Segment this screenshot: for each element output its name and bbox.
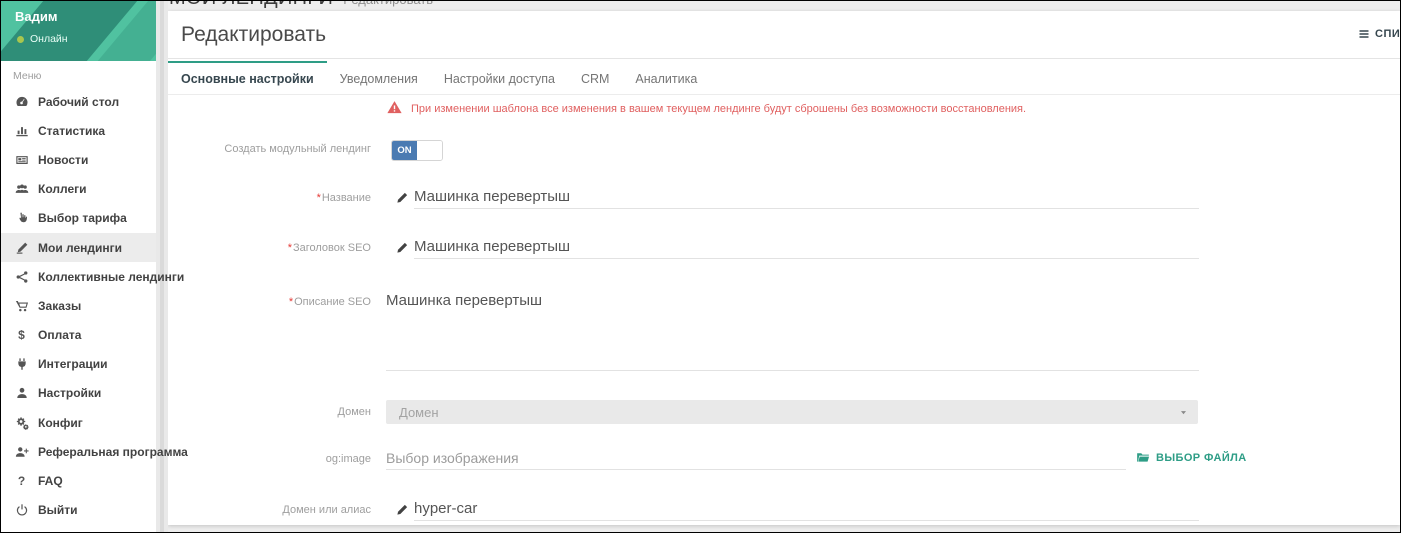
- modular-toggle[interactable]: ON: [391, 140, 443, 161]
- tab-1[interactable]: Уведомления: [327, 61, 431, 94]
- list-button-label: СПИСОК: [1375, 28, 1401, 40]
- sidebar-item-9[interactable]: Интеграции: [1, 350, 156, 379]
- domain-select-value: Домен: [399, 405, 439, 420]
- choose-file-label: ВЫБОР ФАЙЛА: [1156, 452, 1247, 464]
- alias-input[interactable]: [414, 500, 1199, 521]
- sidebar-item-0[interactable]: Рабочий стол: [1, 87, 156, 116]
- domain-select[interactable]: Домен: [386, 400, 1198, 424]
- user-plus-icon: [13, 444, 30, 459]
- user-icon: [13, 386, 30, 401]
- edit-pencil-icon: [396, 503, 409, 516]
- user-status-label: Онлайн: [30, 33, 68, 45]
- field-label-seo-description: *Описание SEO: [168, 296, 371, 309]
- choose-file-button[interactable]: ВЫБОР ФАЙЛА: [1136, 451, 1247, 464]
- question-icon: ?: [13, 474, 30, 489]
- page-header: МОИ ЛЕНДИНГИ Редактировать: [169, 0, 433, 10]
- field-label-seo-title: *Заголовок SEO: [168, 242, 371, 255]
- seo-description-textarea[interactable]: Машинка перевертыш: [386, 292, 1199, 371]
- sidebar-item-13[interactable]: ? FAQ: [1, 466, 156, 495]
- warning-icon: [387, 100, 402, 115]
- sidebar-item-5[interactable]: Мои лендинги: [1, 233, 156, 262]
- main-area: МОИ ЛЕНДИНГИ Редактировать Редактировать…: [168, 1, 1400, 532]
- sidebar-item-14[interactable]: Выйти: [1, 496, 156, 525]
- list-icon: [1358, 28, 1370, 40]
- warning-text: При изменении шаблона все изменения в ва…: [411, 99, 1026, 117]
- sidebar-item-7[interactable]: Заказы: [1, 291, 156, 320]
- sidebar-item-1[interactable]: Статистика: [1, 116, 156, 145]
- sidebar-item-11[interactable]: Конфиг: [1, 408, 156, 437]
- tab-4[interactable]: Аналитика: [622, 61, 710, 94]
- sidebar-item-8[interactable]: $ Оплата: [1, 321, 156, 350]
- plug-icon: [13, 357, 30, 372]
- bar-chart-icon: [13, 123, 30, 138]
- tab-2[interactable]: Настройки доступа: [431, 61, 568, 94]
- page-subtitle: Редактировать: [343, 0, 433, 7]
- hand-pointer-icon: [13, 211, 30, 226]
- field-label-domain: Домен: [168, 406, 371, 419]
- gears-icon: [13, 415, 30, 430]
- name-input[interactable]: [414, 188, 1199, 209]
- card-title: Редактировать: [181, 23, 326, 47]
- menu-section-label: Меню: [1, 61, 156, 87]
- required-mark: *: [288, 242, 292, 254]
- sidebar-item-6[interactable]: Коллективные лендинги: [1, 262, 156, 291]
- share-icon: [13, 269, 30, 284]
- app-window: Вадим Онлайн Меню Рабочий стол Статистик…: [0, 0, 1401, 533]
- tab-0[interactable]: Основные настройки: [168, 61, 327, 94]
- sidebar-item-3[interactable]: Коллеги: [1, 175, 156, 204]
- sidebar: Вадим Онлайн Меню Рабочий стол Статистик…: [1, 1, 156, 532]
- edit-card: Редактировать СПИСОК Основные настройки …: [168, 11, 1400, 525]
- required-mark: *: [289, 296, 293, 308]
- power-icon: [13, 503, 30, 518]
- online-dot-icon: [17, 36, 24, 43]
- og-image-input[interactable]: [386, 449, 1126, 470]
- sidebar-item-12[interactable]: Реферальная программа: [1, 437, 156, 466]
- dollar-icon: $: [13, 328, 30, 343]
- sidebar-item-4[interactable]: Выбор тарифа: [1, 204, 156, 233]
- page-title: МОИ ЛЕНДИНГИ: [169, 0, 333, 10]
- sidebar-menu: Рабочий стол Статистика Новости Коллеги …: [1, 87, 156, 525]
- pen-icon: [13, 240, 30, 255]
- edit-pencil-icon: [396, 241, 409, 254]
- template-warning: При изменении шаблона все изменения в ва…: [387, 99, 1026, 117]
- cart-icon: [13, 298, 30, 313]
- seo-title-input[interactable]: [414, 238, 1199, 259]
- newspaper-icon: [13, 152, 30, 167]
- list-button[interactable]: СПИСОК: [1358, 28, 1401, 40]
- field-label-modular: Создать модульный лендинг: [168, 143, 371, 156]
- tab-3[interactable]: CRM: [568, 61, 622, 94]
- user-name: Вадим: [1, 1, 156, 24]
- required-mark: *: [317, 192, 321, 204]
- tab-bar: Основные настройки Уведомления Настройки…: [168, 61, 1400, 95]
- user-panel: Вадим Онлайн: [1, 1, 156, 61]
- field-label-og-image: og:image: [168, 453, 371, 466]
- field-label-alias: Домен или алиас: [168, 504, 371, 517]
- edit-pencil-icon: [396, 191, 409, 204]
- folder-icon: [1136, 451, 1150, 464]
- sidebar-item-2[interactable]: Новости: [1, 145, 156, 174]
- dashboard-icon: [13, 94, 30, 109]
- card-header: Редактировать СПИСОК: [168, 11, 1400, 59]
- chevron-down-icon: [1179, 408, 1188, 417]
- toggle-track: [417, 141, 442, 160]
- field-label-name: *Название: [168, 192, 371, 205]
- user-status: Онлайн: [1, 24, 156, 45]
- users-icon: [13, 182, 30, 197]
- sidebar-item-10[interactable]: Настройки: [1, 379, 156, 408]
- toggle-on-label: ON: [392, 141, 417, 160]
